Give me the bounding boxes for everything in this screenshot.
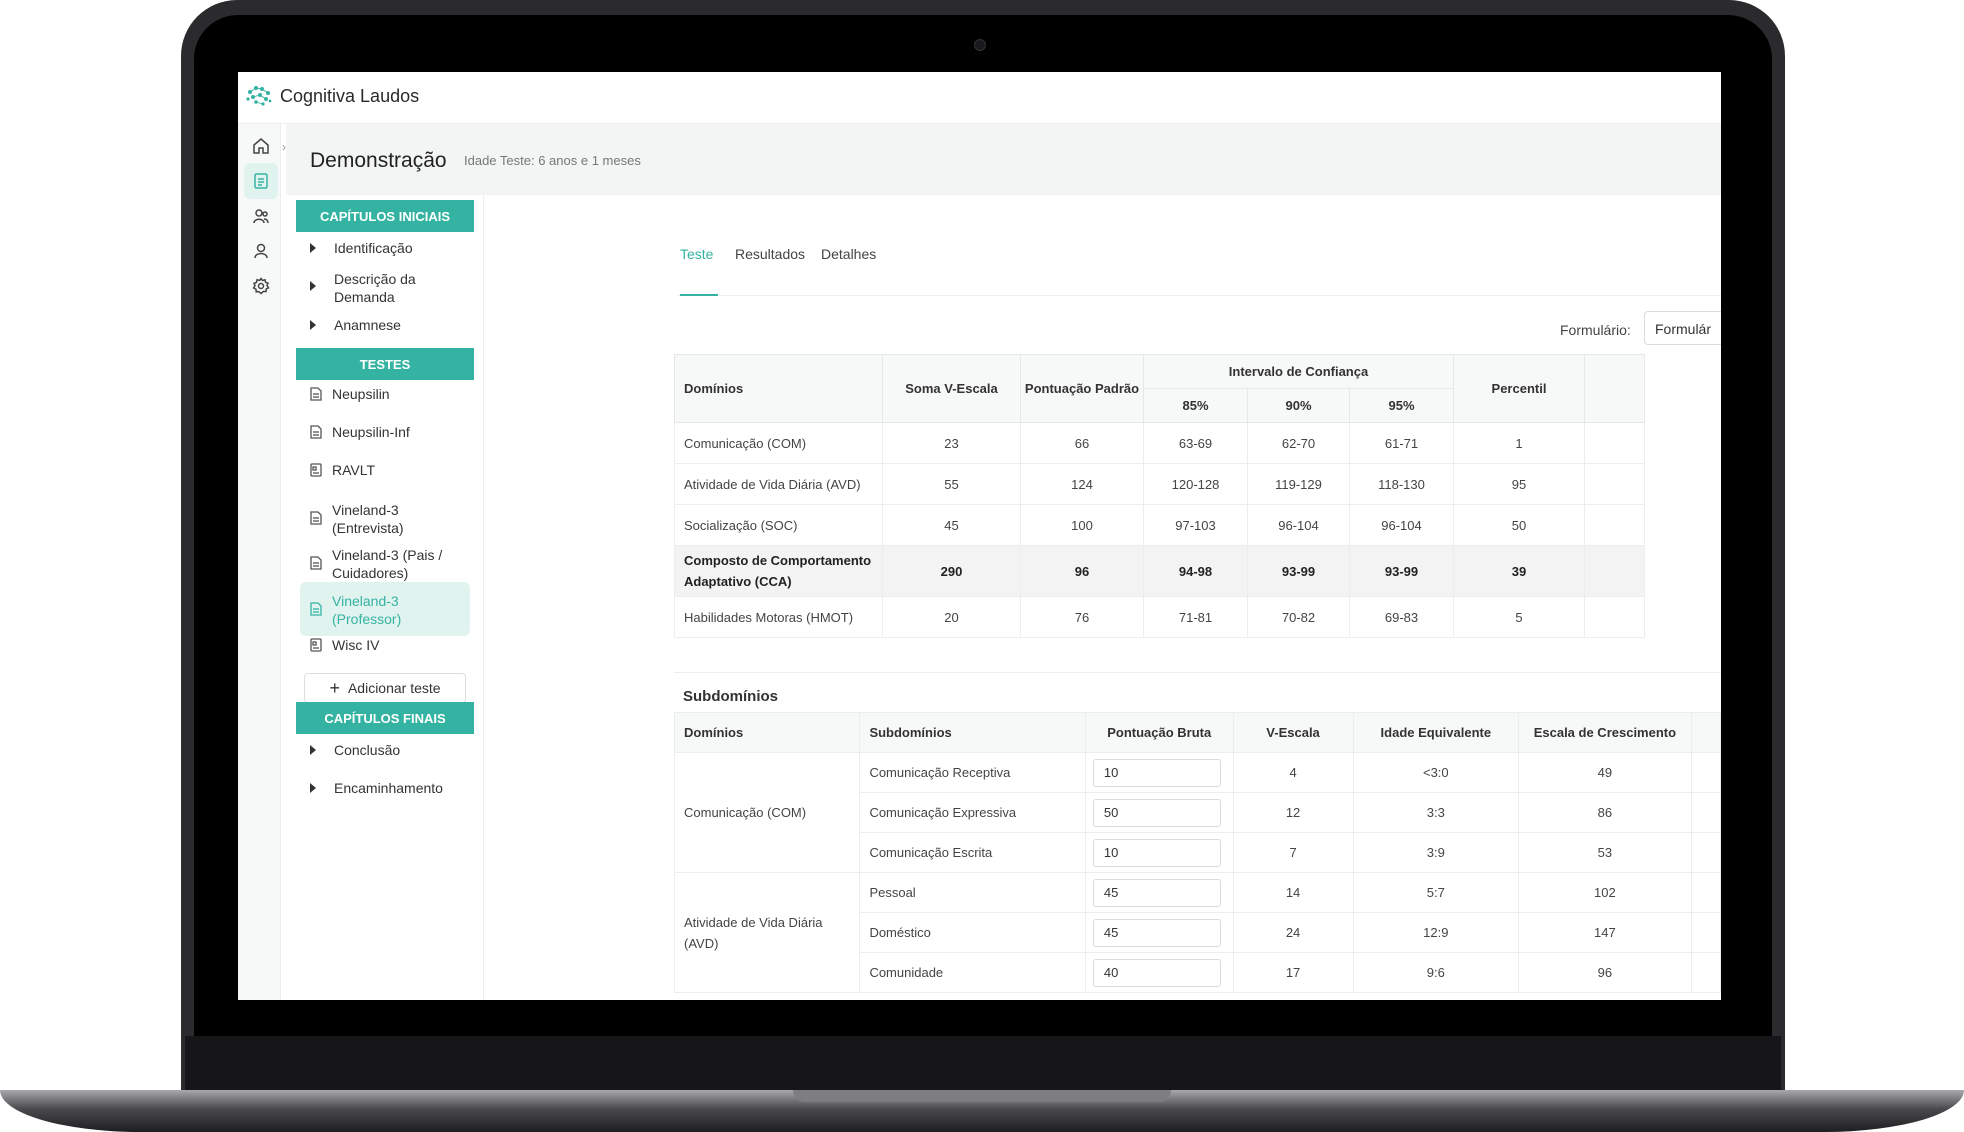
tab-divider bbox=[678, 295, 1721, 296]
col-ic95: 95% bbox=[1349, 388, 1454, 423]
app-title: Cognitiva Laudos bbox=[280, 86, 420, 106]
col-sub-escala: Escala de Crescimento bbox=[1518, 712, 1692, 753]
table-row: Atividade de Vida Diária (AVD) 55 124 12… bbox=[674, 463, 1645, 505]
document-icon bbox=[310, 425, 322, 439]
add-test-button[interactable]: + Adicionar teste bbox=[304, 673, 466, 703]
test-vineland-professor[interactable]: Vineland-3 (Professor) bbox=[300, 582, 470, 636]
tab-teste[interactable]: Teste bbox=[680, 246, 713, 262]
caret-right-icon bbox=[310, 243, 316, 253]
test-ravlt[interactable]: RAVLT bbox=[300, 457, 470, 483]
form-icon bbox=[310, 463, 322, 477]
subdomains-table: Domínios Subdomínios Pontuação Bruta V-E… bbox=[673, 712, 1721, 993]
page-title: Demonstração bbox=[310, 149, 447, 172]
table-row: Habilidades Motoras (HMOT) 20 76 71-81 7… bbox=[674, 596, 1645, 638]
raw-score-input[interactable]: 50 bbox=[1092, 798, 1221, 827]
top-bar: Cognitiva Laudos bbox=[238, 72, 1721, 124]
subdomains-divider bbox=[674, 672, 1721, 673]
report-icon bbox=[254, 173, 268, 189]
rail-user[interactable] bbox=[244, 233, 278, 269]
test-neupsilin-inf[interactable]: Neupsilin-Inf bbox=[300, 419, 470, 445]
col-padrao: Pontuação Padrão bbox=[1020, 354, 1144, 423]
col-sub-subdominios: Subdomínios bbox=[859, 712, 1086, 753]
chapters-sidebar: CAPÍTULOS INICIAIS Identificação Descriç… bbox=[296, 195, 484, 1000]
final-chapters-heading: CAPÍTULOS FINAIS bbox=[296, 702, 474, 734]
form-label: Formulário: bbox=[1560, 322, 1631, 338]
raw-score-input[interactable]: 45 bbox=[1092, 918, 1221, 947]
chapter-encaminhamento[interactable]: Encaminhamento bbox=[310, 779, 464, 797]
raw-score-input[interactable]: 45 bbox=[1092, 878, 1221, 907]
chapter-conclusao[interactable]: Conclusão bbox=[310, 741, 464, 759]
subdomains-title: Subdomínios bbox=[683, 688, 778, 705]
tab-detalhes[interactable]: Detalhes bbox=[821, 246, 876, 262]
rail-settings[interactable] bbox=[244, 268, 278, 304]
form-icon bbox=[310, 638, 322, 652]
caret-right-icon bbox=[310, 745, 316, 755]
initial-chapters-heading: CAPÍTULOS INICIAIS bbox=[296, 200, 474, 232]
rail-home[interactable] bbox=[244, 128, 278, 164]
user-icon bbox=[254, 243, 268, 259]
col-ic90: 90% bbox=[1247, 388, 1350, 423]
bezel-bottom bbox=[185, 1036, 1781, 1096]
raw-score-input[interactable]: 40 bbox=[1092, 958, 1221, 987]
patients-icon bbox=[253, 209, 269, 224]
laptop-notch bbox=[793, 1090, 1171, 1102]
brain-logo-icon bbox=[246, 86, 272, 106]
col-percentil: Percentil bbox=[1453, 354, 1585, 423]
raw-score-input[interactable]: 10 bbox=[1092, 758, 1221, 787]
col-extra bbox=[1584, 354, 1645, 423]
col-sub-vescala: V-Escala bbox=[1232, 712, 1354, 753]
form-select[interactable]: Formulár bbox=[1644, 311, 1721, 345]
caret-right-icon bbox=[310, 320, 316, 330]
col-intervalo: Intervalo de Confiança bbox=[1143, 354, 1454, 389]
caret-right-icon bbox=[310, 281, 316, 291]
col-ic85: 85% bbox=[1143, 388, 1248, 423]
page-subtitle: Idade Teste: 6 anos e 1 meses bbox=[464, 153, 641, 168]
chapter-descricao[interactable]: Descrição da Demanda bbox=[310, 270, 464, 306]
domains-table: Domínios Soma V-Escala Pontuação Padrão … bbox=[674, 354, 1645, 638]
rail-reports[interactable] bbox=[244, 163, 278, 199]
col-sub-idade: Idade Equivalente bbox=[1352, 712, 1520, 753]
test-vineland-entrevista[interactable]: Vineland-3 (Entrevista) bbox=[300, 497, 470, 541]
document-icon bbox=[310, 387, 322, 401]
raw-score-input[interactable]: 10 bbox=[1092, 838, 1221, 867]
camera bbox=[974, 39, 986, 51]
document-icon bbox=[310, 511, 322, 525]
table-row: Comunicação (COM) 23 66 63-69 62-70 61-7… bbox=[674, 422, 1645, 464]
app-screen: Cognitiva Laudos › Demonstração Idade Te… bbox=[238, 72, 1721, 1000]
col-sub-dominios: Domínios bbox=[673, 712, 861, 753]
col-soma: Soma V-Escala bbox=[882, 354, 1021, 423]
active-tab-indicator bbox=[680, 294, 718, 296]
icon-rail bbox=[238, 124, 281, 1000]
test-wisc[interactable]: Wisc IV bbox=[300, 632, 470, 658]
table-row: Socialização (SOC) 45 100 97-103 96-104 … bbox=[674, 504, 1645, 546]
col-sub-bruta: Pontuação Bruta bbox=[1084, 712, 1234, 753]
chapter-identificacao[interactable]: Identificação bbox=[310, 239, 464, 257]
caret-right-icon bbox=[310, 783, 316, 793]
test-vineland-pais[interactable]: Vineland-3 (Pais / Cuidadores) bbox=[300, 542, 470, 586]
col-dominios: Domínios bbox=[674, 354, 883, 423]
home-icon bbox=[253, 138, 269, 154]
table-row: Comunicação (COM) Comunicação Receptiva … bbox=[673, 752, 1721, 873]
test-neupsilin[interactable]: Neupsilin bbox=[300, 381, 470, 407]
tests-heading: TESTES bbox=[296, 348, 474, 380]
chapter-anamnese[interactable]: Anamnese bbox=[310, 316, 464, 334]
plus-icon: + bbox=[329, 678, 340, 698]
gear-icon bbox=[252, 277, 270, 295]
rail-patients[interactable] bbox=[244, 198, 278, 234]
table-row-composite: Composto de Comportamento Adaptativo (CC… bbox=[674, 545, 1645, 597]
document-icon bbox=[310, 556, 322, 570]
tab-resultados[interactable]: Resultados bbox=[735, 246, 805, 262]
table-row: Atividade de Vida Diária (AVD) Pessoal 4… bbox=[673, 872, 1721, 993]
document-icon bbox=[310, 602, 322, 616]
